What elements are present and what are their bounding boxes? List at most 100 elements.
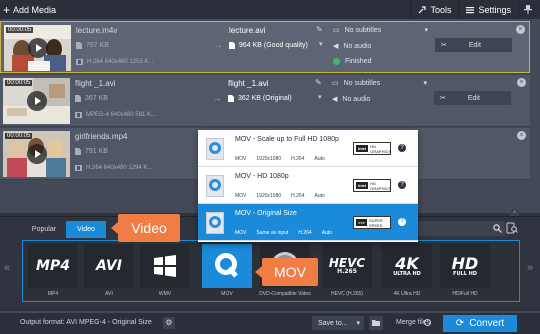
edit-button[interactable]: ✂ Edit bbox=[435, 38, 512, 52]
preset-item[interactable]: MOV - Scale up to Full HD 1080p MOV 1920… bbox=[198, 130, 418, 167]
edit-label: Edit bbox=[467, 94, 480, 102]
file-icon bbox=[228, 95, 234, 102]
audio-select[interactable]: ◀ No audio bbox=[332, 95, 370, 104]
hevc-tile-subtext: H.265 bbox=[337, 268, 357, 275]
save-to-select[interactable]: Save to... ▾ bbox=[312, 316, 364, 330]
preset-video-codec: H.264 bbox=[298, 230, 312, 236]
preset-audio: Auto bbox=[321, 230, 332, 236]
format-4k[interactable]: 4K ULTRA HD 4K Ultra HD bbox=[379, 244, 434, 300]
close-icon[interactable]: × bbox=[517, 131, 526, 140]
chevron-down-icon[interactable]: ▾ bbox=[318, 93, 322, 101]
help-icon[interactable]: ? bbox=[398, 181, 406, 189]
source-file-name: lecture.m4v bbox=[76, 26, 118, 35]
badge-brand: >>> bbox=[356, 219, 368, 226]
super-speed-badge: >>> SUPER SPEED bbox=[353, 216, 391, 229]
duration-badge: 00:00:05 bbox=[5, 133, 33, 139]
video-thumbnail[interactable]: 00:00:05 bbox=[3, 131, 70, 177]
bottom-bar: Output format: AVI MPEG-4 - Original Siz… bbox=[0, 313, 540, 334]
preset-item[interactable]: MOV - HD 1080p MOV 1920x1080 H.264 Auto … bbox=[198, 167, 418, 204]
hd-tile-text: HD bbox=[451, 253, 479, 273]
scroll-right-icon[interactable]: » bbox=[527, 262, 533, 274]
mp4-icon: MP4 bbox=[28, 244, 78, 288]
subtitles-select[interactable]: ▭ No subtitles ▾ bbox=[332, 79, 427, 88]
preset-audio: Auto bbox=[314, 156, 325, 162]
file-icon bbox=[76, 42, 82, 49]
edit-label: Edit bbox=[468, 41, 481, 49]
format-avi[interactable]: AVI AVI bbox=[81, 244, 136, 300]
preset-resolution: 1920x1080 bbox=[256, 156, 282, 162]
convert-label: Convert bbox=[469, 318, 505, 329]
video-thumbnail[interactable]: 00:00:05 bbox=[4, 25, 71, 71]
tools-button[interactable]: Tools bbox=[410, 0, 458, 19]
file-row[interactable]: 00:00:05 lecture.m4v 767 KB H.264 640x48… bbox=[0, 21, 530, 73]
preset-item-selected[interactable]: MOV - Original Size MOV Same as input H.… bbox=[198, 204, 418, 241]
scroll-left-icon[interactable]: « bbox=[4, 262, 10, 274]
preset-codec: MOV bbox=[235, 156, 247, 162]
preset-specs: MOV 1920x1080 H.264 Auto bbox=[235, 156, 325, 162]
chevron-down-icon[interactable]: ▾ bbox=[319, 40, 323, 48]
close-icon[interactable]: × bbox=[517, 78, 526, 87]
4k-tile-subtext: ULTRA HD bbox=[393, 270, 421, 277]
format-mp4[interactable]: MP4 MP4 bbox=[25, 244, 80, 300]
status-finished: Finished bbox=[333, 58, 371, 65]
film-icon bbox=[76, 59, 83, 65]
play-icon[interactable] bbox=[27, 144, 47, 164]
source-size-text: 791 KB bbox=[85, 148, 108, 155]
add-media-button[interactable]: + Add Media bbox=[0, 0, 62, 19]
preset-video-codec: H.264 bbox=[291, 193, 305, 199]
source-meta-text: MPEG-4 640x480 581 K... bbox=[86, 112, 157, 118]
search-icon bbox=[493, 224, 502, 233]
source-file-size: 767 KB bbox=[76, 42, 109, 49]
merge-files-toggle[interactable] bbox=[424, 319, 431, 326]
source-meta-text: H.264 640x480 1294 K... bbox=[86, 165, 153, 171]
play-icon[interactable] bbox=[28, 38, 48, 58]
convert-button[interactable]: ⟳ Convert bbox=[443, 315, 517, 332]
format-label: 4K Ultra HD bbox=[393, 291, 421, 297]
help-icon[interactable]: ? bbox=[398, 218, 406, 226]
quicktime-icon bbox=[206, 212, 224, 234]
preset-specs: MOV 1920x1080 H.264 Auto bbox=[235, 193, 325, 199]
intel-hd-graphics-badge: Intel HD GRAPHICS bbox=[353, 179, 391, 192]
folder-icon[interactable] bbox=[369, 316, 383, 330]
pin-button[interactable] bbox=[518, 0, 540, 19]
chevron-down-icon: ▾ bbox=[424, 27, 428, 34]
format-mov[interactable]: MOV bbox=[199, 244, 254, 300]
preset-audio: Auto bbox=[314, 193, 325, 199]
edit-name-icon[interactable]: ✎ bbox=[315, 78, 322, 87]
gear-icon[interactable]: ⚙ bbox=[163, 317, 175, 329]
device-search-icon[interactable] bbox=[506, 222, 518, 234]
help-icon[interactable]: ? bbox=[398, 144, 406, 152]
subtitles-select[interactable]: ▭ No subtitles ▾ bbox=[333, 26, 428, 35]
tools-icon bbox=[419, 5, 427, 13]
video-callout: Video bbox=[111, 214, 180, 242]
edit-name-icon[interactable]: ✎ bbox=[316, 25, 323, 34]
tools-label: Tools bbox=[430, 4, 452, 15]
pin-icon bbox=[523, 5, 532, 14]
subtitles-icon: ▭ bbox=[332, 80, 339, 87]
output-file-name: lecture.avi bbox=[229, 26, 266, 35]
format-wmv[interactable]: WMV bbox=[137, 244, 192, 300]
settings-button[interactable]: Settings bbox=[458, 0, 518, 19]
format-hevc[interactable]: HEVC H.265 HEVC (H.265) bbox=[319, 244, 374, 300]
tab-video[interactable]: Video bbox=[66, 221, 106, 238]
output-file-name: flight _1.avi bbox=[228, 79, 269, 88]
audio-select[interactable]: ◀ No audio bbox=[333, 42, 371, 51]
edit-button[interactable]: ✂ Edit bbox=[434, 91, 511, 105]
format-hd[interactable]: HD FULL HD HD/Full HD bbox=[437, 244, 492, 300]
source-meta-text: H.264 640x480 1253 K... bbox=[87, 59, 154, 65]
tab-popular[interactable]: Popular bbox=[22, 221, 66, 238]
mov-callout: MOV bbox=[255, 258, 318, 286]
output-file-size[interactable]: 964 KB (Good quality) bbox=[229, 42, 308, 49]
refresh-icon: ⟳ bbox=[455, 318, 465, 329]
video-thumbnail[interactable]: 00:00:05 bbox=[3, 78, 70, 124]
source-file-name: girlfriends.mp4 bbox=[75, 132, 128, 141]
app-window: + Add Media Tools Settings 00:00:05 lect… bbox=[0, 0, 540, 334]
add-media-label: Add Media bbox=[13, 4, 57, 15]
close-icon[interactable]: × bbox=[516, 25, 525, 34]
chevron-down-icon: ▾ bbox=[356, 320, 360, 327]
play-icon[interactable] bbox=[27, 91, 47, 111]
file-icon bbox=[229, 42, 235, 49]
file-row[interactable]: 00:00:05 flight _1.avi 367 KB MPEG-4 640… bbox=[0, 75, 530, 127]
toolbar-right: Tools Settings bbox=[410, 0, 540, 19]
output-file-size[interactable]: 362 KB (Original) bbox=[228, 95, 292, 102]
